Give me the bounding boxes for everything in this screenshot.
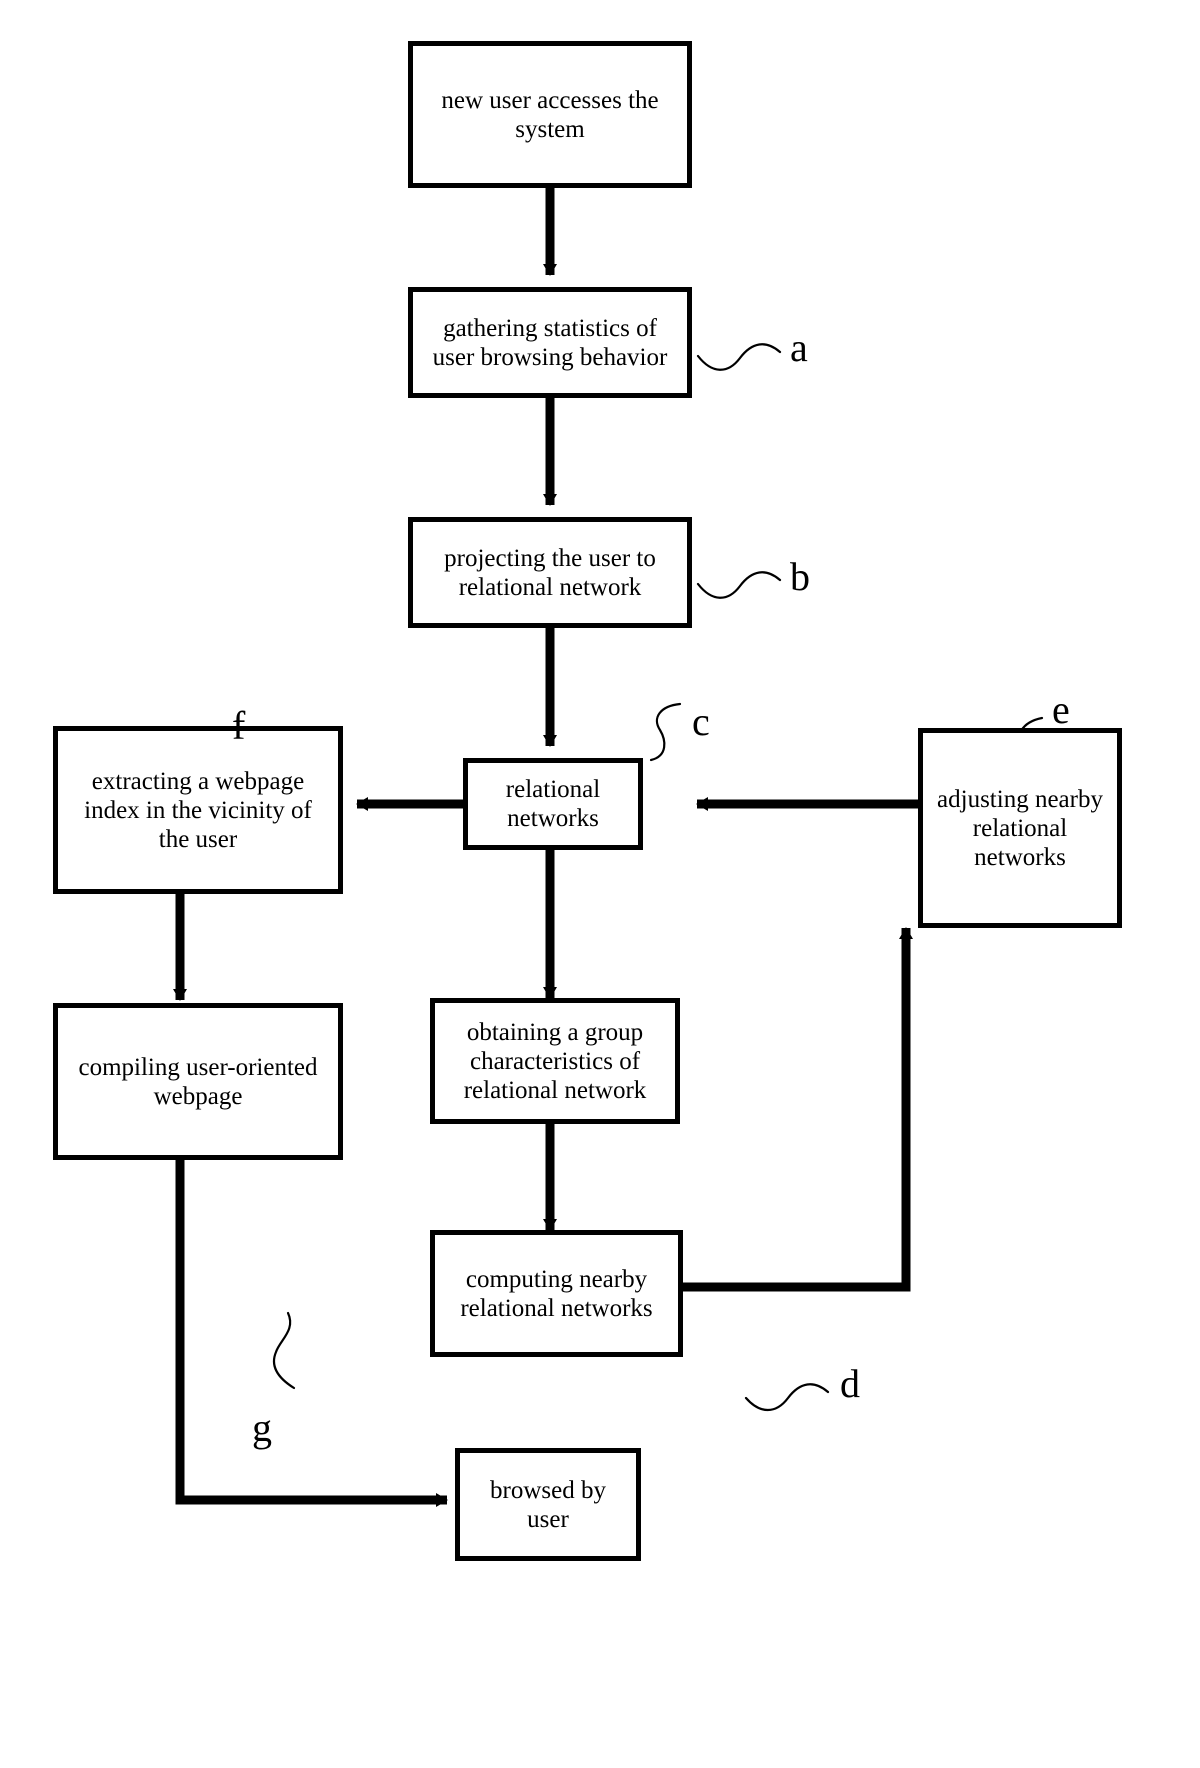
- leader-a: [696, 343, 782, 371]
- reference-label-a-text: a: [790, 325, 808, 370]
- node-computing-nearby-relational-networks[interactable]: computing nearby relational networks: [430, 1230, 683, 1357]
- reference-label-d-text: d: [840, 1361, 860, 1406]
- node-relational-networks[interactable]: relational networks: [463, 758, 643, 850]
- node-label: compiling user-oriented webpage: [78, 1053, 318, 1110]
- node-adjusting-nearby-relational-networks[interactable]: adjusting nearby relational networks: [918, 728, 1122, 928]
- flowchart-canvas: new user accesses the system gathering s…: [0, 0, 1200, 1768]
- node-label: extracting a webpage index in the vicini…: [84, 767, 312, 853]
- node-label: browsed by user: [490, 1476, 606, 1533]
- leader-d: [744, 1383, 830, 1412]
- node-browsed-by-user[interactable]: browsed by user: [455, 1448, 641, 1561]
- node-label: gathering statistics of user browsing be…: [432, 314, 668, 371]
- leader-g: [272, 1311, 296, 1390]
- reference-label-e: e: [1052, 690, 1070, 730]
- reference-label-g-text: g: [252, 1405, 272, 1450]
- reference-label-f-text: f: [232, 703, 246, 748]
- reference-label-a: a: [790, 328, 808, 368]
- reference-label-c-text: c: [692, 699, 710, 744]
- reference-label-g: g: [252, 1408, 272, 1448]
- node-obtaining-group-characteristics[interactable]: obtaining a group characteristics of rel…: [430, 998, 680, 1124]
- node-label: projecting the user to relational networ…: [444, 544, 656, 601]
- node-label: obtaining a group characteristics of rel…: [463, 1018, 647, 1104]
- node-projecting-user[interactable]: projecting the user to relational networ…: [408, 517, 692, 628]
- reference-label-b: b: [790, 557, 810, 597]
- reference-label-b-text: b: [790, 554, 810, 599]
- node-extracting-webpage-index[interactable]: extracting a webpage index in the vicini…: [53, 726, 343, 894]
- reference-label-f: f: [232, 706, 245, 746]
- leader-b: [696, 571, 782, 599]
- node-label: computing nearby relational networks: [460, 1265, 653, 1322]
- node-gathering-statistics[interactable]: gathering statistics of user browsing be…: [408, 287, 692, 398]
- node-label: adjusting nearby relational networks: [937, 785, 1103, 871]
- node-label: new user accesses the system: [441, 86, 659, 143]
- reference-label-c: c: [692, 702, 710, 742]
- reference-label-e-text: e: [1052, 687, 1070, 732]
- leader-c: [649, 702, 682, 762]
- reference-label-d: d: [840, 1364, 860, 1404]
- node-compiling-user-oriented-webpage[interactable]: compiling user-oriented webpage: [53, 1003, 343, 1160]
- node-new-user-accesses-system[interactable]: new user accesses the system: [408, 41, 692, 188]
- node-label: relational networks: [505, 776, 601, 832]
